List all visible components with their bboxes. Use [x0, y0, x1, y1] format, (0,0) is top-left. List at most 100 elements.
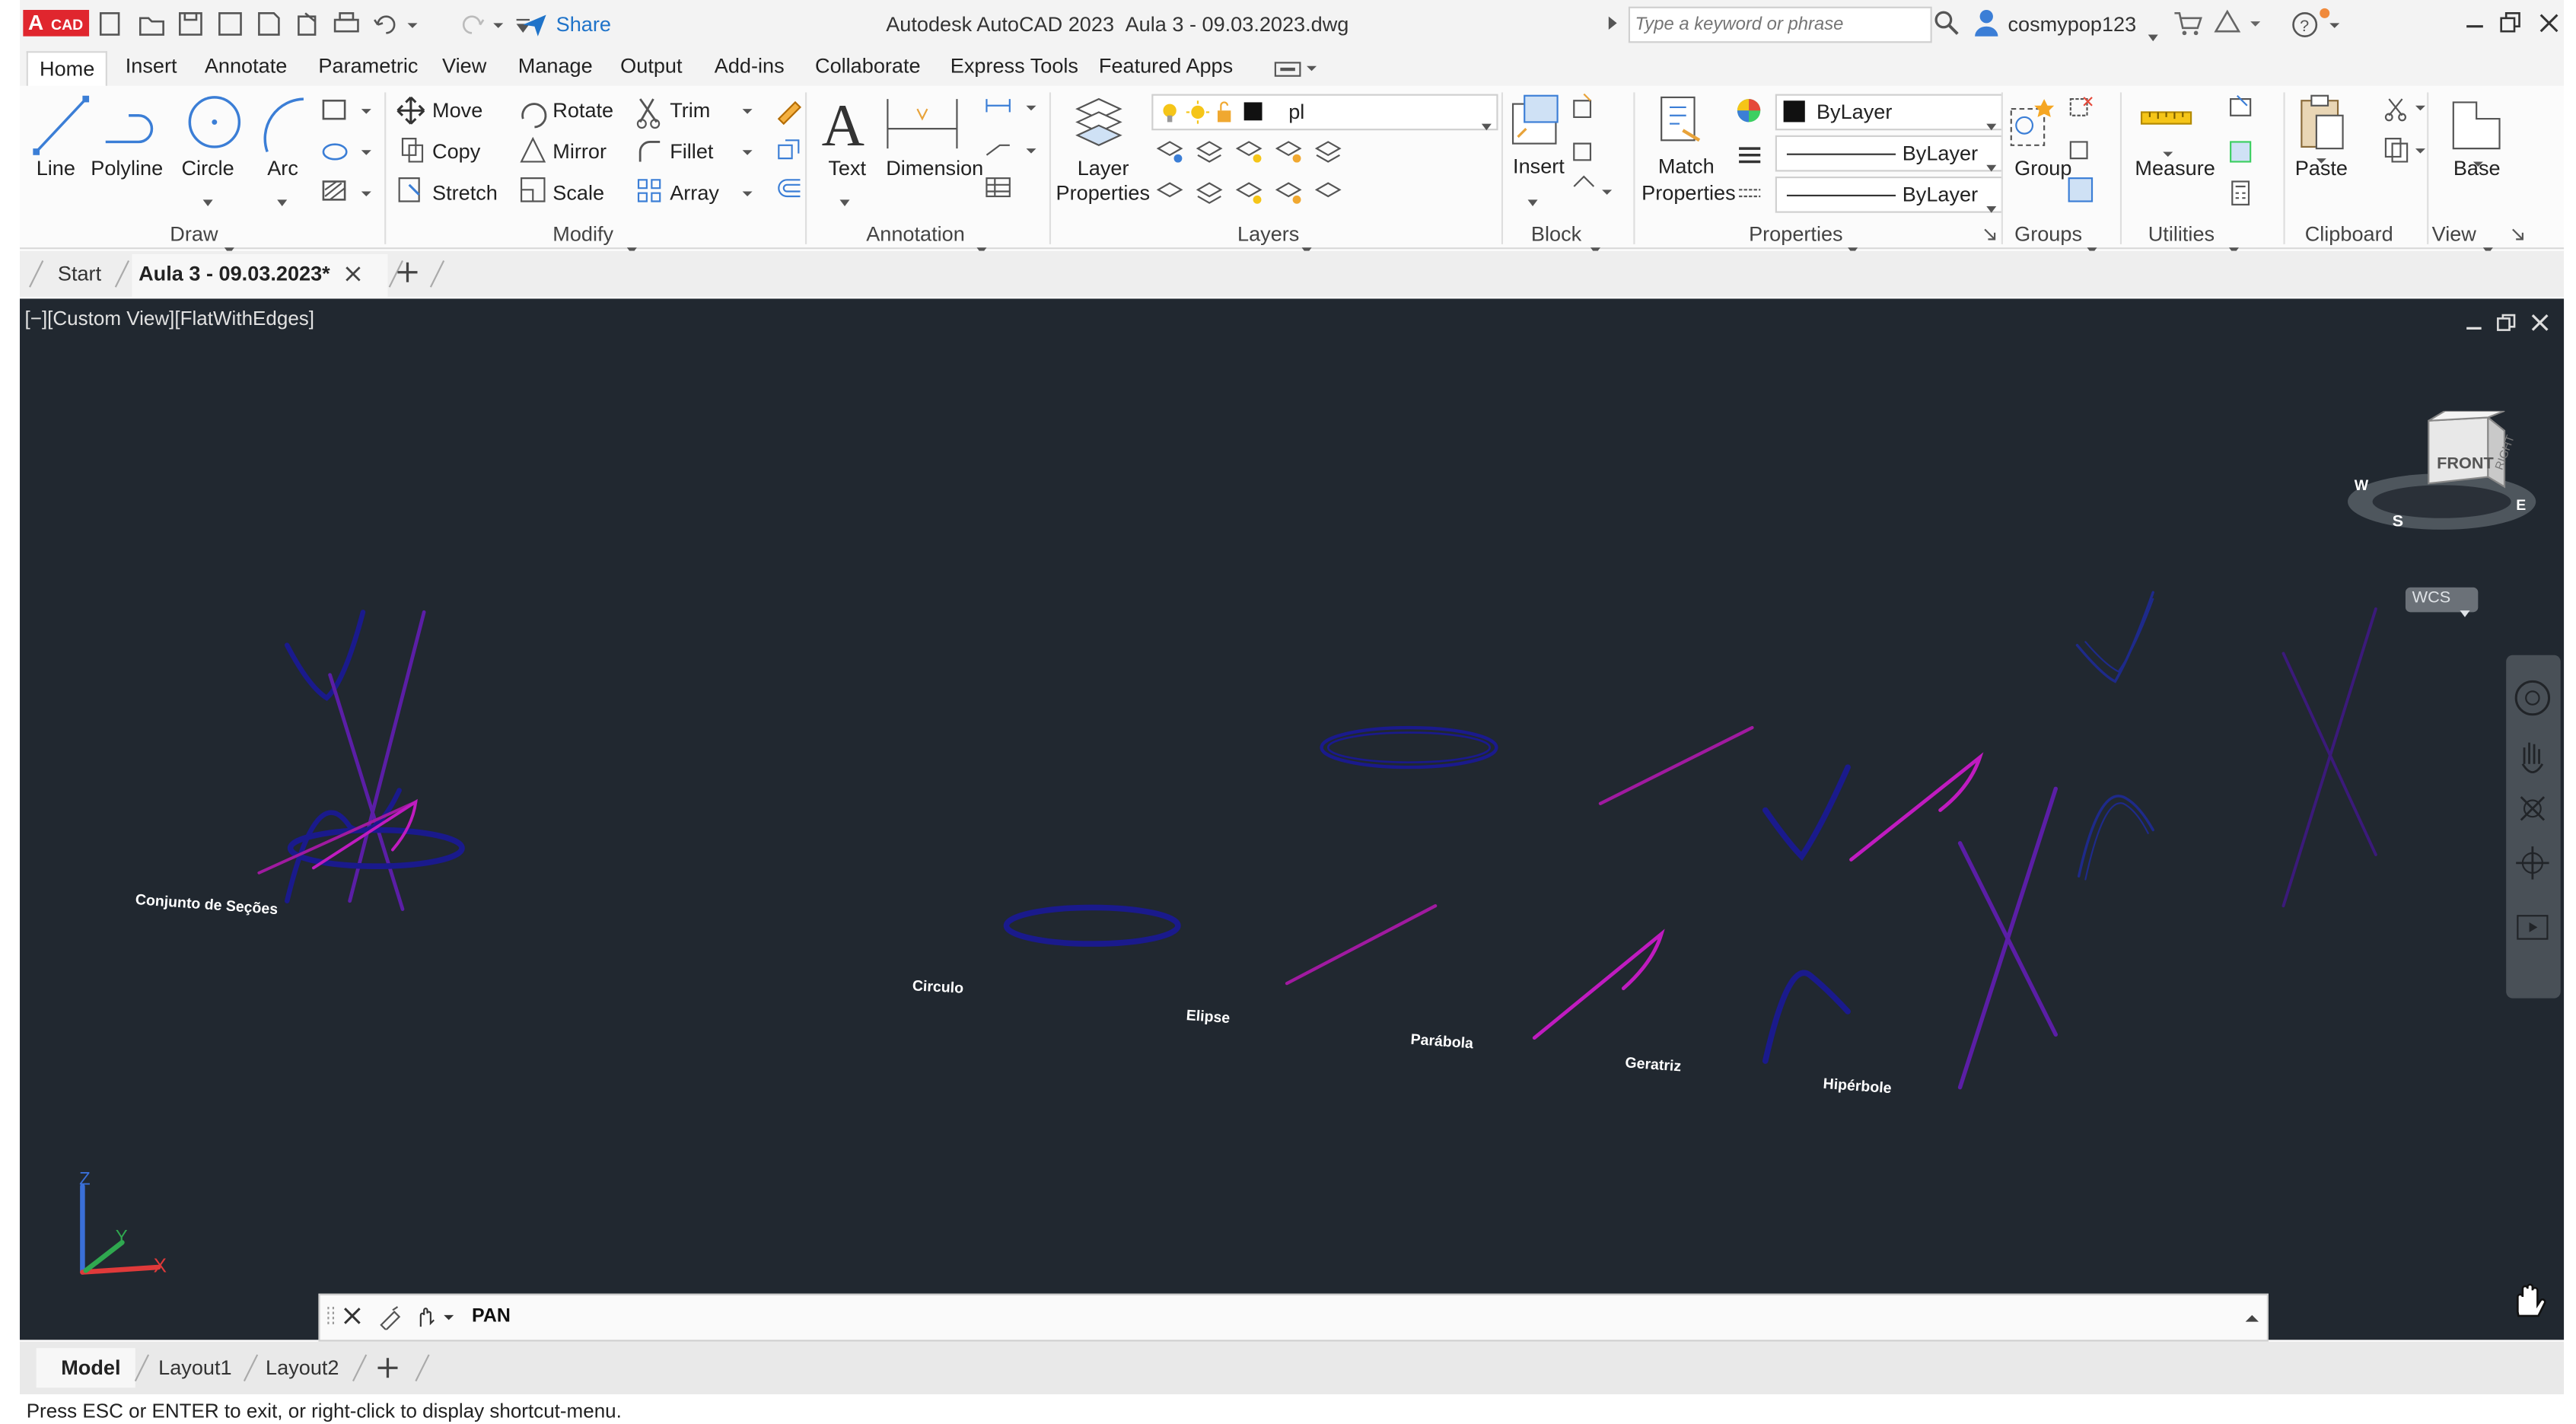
arc-dropdown-icon[interactable]	[277, 185, 288, 215]
block-panel-title[interactable]: Block	[1531, 223, 1581, 246]
match-properties-button[interactable]: Match	[1658, 155, 1715, 178]
wcs-menu[interactable]: WCS	[2405, 587, 2479, 617]
text-dropdown-icon[interactable]	[839, 185, 850, 215]
svg-text:?: ?	[2300, 16, 2309, 35]
tab-annotate[interactable]: Annotate	[205, 55, 288, 78]
start-tab[interactable]: Start	[58, 263, 101, 285]
viewcube[interactable]: FRONT RIGHT W S E	[2343, 410, 2551, 543]
measure-button[interactable]: Measure	[2135, 157, 2215, 180]
scale-button[interactable]: Scale	[552, 181, 604, 204]
arc-button[interactable]: Arc	[267, 157, 298, 180]
groups-panel-title[interactable]: Groups	[2014, 223, 2082, 246]
lineweight-dropdown[interactable]: ByLayer	[1775, 176, 2003, 213]
ribbon-collapse-icon[interactable]	[2511, 228, 2524, 241]
drawing-viewport[interactable]: [−][Custom View][FlatWithEdges] Z Y X Co…	[20, 298, 2565, 1340]
quick-access-toolbar	[99, 12, 530, 36]
share-button[interactable]: Share	[556, 13, 611, 36]
cart-icon[interactable]	[2173, 10, 2202, 37]
insert-dropdown-icon[interactable]	[1527, 185, 1538, 215]
copy-button[interactable]: Copy	[432, 140, 480, 163]
annotation-panel-title[interactable]: Annotation	[866, 223, 965, 246]
layout-tab-bar: Model Layout1 Layout2	[20, 1341, 2565, 1394]
layer-properties-button-2[interactable]: Properties	[1056, 181, 1151, 204]
compass-west[interactable]: W	[2355, 477, 2368, 494]
user-menu-chevron-icon[interactable]	[2148, 20, 2158, 49]
layers-panel-title[interactable]: Layers	[1237, 223, 1299, 246]
offset-icon	[778, 179, 801, 198]
match-properties-button-2[interactable]: Properties	[1641, 181, 1736, 204]
insert-button[interactable]: Insert	[1513, 155, 1565, 178]
connect-icon[interactable]	[2214, 8, 2263, 38]
layout1-tab[interactable]: Layout1	[158, 1356, 231, 1379]
autocad-logo-icon: A	[27, 10, 44, 35]
move-button[interactable]: Move	[432, 99, 482, 122]
app-logo-button[interactable]: A CAD	[23, 10, 90, 37]
clipboard-panel-title[interactable]: Clipboard	[2305, 223, 2393, 246]
stretch-button[interactable]: Stretch	[432, 181, 498, 204]
paste-button[interactable]: Paste	[2295, 157, 2348, 180]
linetype-dropdown[interactable]: ByLayer	[1775, 135, 2003, 172]
view-panel-title[interactable]: View	[2432, 223, 2476, 246]
search-icon[interactable]	[1934, 10, 1960, 37]
tab-express-tools[interactable]: Express Tools	[950, 55, 1078, 78]
active-document-tab[interactable]: Aula 3 - 09.03.2023*	[132, 253, 388, 298]
tab-view[interactable]: View	[442, 55, 486, 78]
layout2-tab[interactable]: Layout2	[266, 1356, 339, 1379]
search-input[interactable]	[1628, 6, 1932, 43]
mirror-button[interactable]: Mirror	[552, 140, 607, 163]
circle-button[interactable]: Circle	[181, 157, 234, 180]
wcs-chevron-icon[interactable]	[2460, 596, 2470, 626]
tab-parametric[interactable]: Parametric	[318, 55, 418, 78]
compass-south[interactable]: S	[2393, 513, 2403, 531]
tab-manage[interactable]: Manage	[518, 55, 593, 78]
tab-insert[interactable]: Insert	[126, 55, 177, 78]
new-layout-icon[interactable]	[376, 1356, 399, 1379]
help-icon[interactable]: ?	[2290, 7, 2349, 40]
close-tab-icon[interactable]	[345, 266, 361, 282]
base-button[interactable]: Base	[2453, 157, 2501, 180]
trim-button[interactable]: Trim	[670, 99, 710, 122]
tab-home[interactable]: Home	[26, 51, 108, 88]
line-button[interactable]: Line	[37, 157, 75, 180]
color-dropdown[interactable]: ByLayer	[1775, 94, 2003, 131]
model-tab[interactable]: Model	[36, 1348, 135, 1388]
properties-panel-title[interactable]: Properties	[1749, 223, 1843, 246]
user-name[interactable]: cosmypop123	[2008, 13, 2136, 36]
rotate-button[interactable]: Rotate	[552, 99, 613, 122]
command-history-icon[interactable]	[2243, 1312, 2260, 1325]
properties-dialog-launcher-icon[interactable]	[1983, 228, 1996, 241]
ribbon-toggle-icon[interactable]	[1274, 61, 1323, 78]
tab-output[interactable]: Output	[620, 55, 682, 78]
open-web-icon	[258, 12, 280, 36]
group-button[interactable]: Group	[2014, 157, 2071, 180]
layer-tool-icons	[1156, 141, 1342, 204]
utilities-panel-title[interactable]: Utilities	[2148, 223, 2215, 246]
layer-walk-icon	[1196, 182, 1223, 204]
pan-cursor-icon	[2517, 1283, 2546, 1317]
compass-east[interactable]: E	[2516, 497, 2526, 514]
linetype-dropdown-chevron-icon[interactable]	[1986, 150, 1997, 180]
command-line[interactable]: PAN	[318, 1293, 2269, 1342]
lineweight-dropdown-chevron-icon[interactable]	[1986, 191, 1997, 221]
fillet-button[interactable]: Fillet	[670, 140, 713, 163]
color-dropdown-chevron-icon[interactable]	[1986, 109, 1997, 139]
tab-collaborate[interactable]: Collaborate	[815, 55, 921, 78]
circle-dropdown-icon[interactable]	[202, 185, 213, 215]
layer-dropdown-chevron-icon[interactable]	[1481, 109, 1492, 139]
tab-add-ins[interactable]: Add-ins	[715, 55, 785, 78]
modify-panel-title[interactable]: Modify	[552, 223, 613, 246]
draw-panel-title[interactable]: Draw	[170, 223, 218, 246]
new-tab-icon[interactable]	[396, 261, 419, 284]
text-button[interactable]: Text	[828, 157, 866, 180]
layer-properties-button[interactable]: Layer	[1078, 157, 1129, 180]
layer-dropdown[interactable]: pl	[1151, 94, 1498, 131]
array-button[interactable]: Array	[670, 181, 719, 204]
search-expand-icon[interactable]	[1607, 15, 1620, 32]
tab-featured-apps[interactable]: Featured Apps	[1099, 55, 1233, 78]
polyline-button[interactable]: Polyline	[91, 157, 163, 180]
dimension-icon	[887, 99, 958, 149]
new-icon	[99, 12, 120, 36]
viewcube-front-face[interactable]: FRONT	[2437, 455, 2494, 473]
dimension-button[interactable]: Dimension	[886, 157, 983, 180]
tab-divider-icon	[243, 1354, 259, 1382]
